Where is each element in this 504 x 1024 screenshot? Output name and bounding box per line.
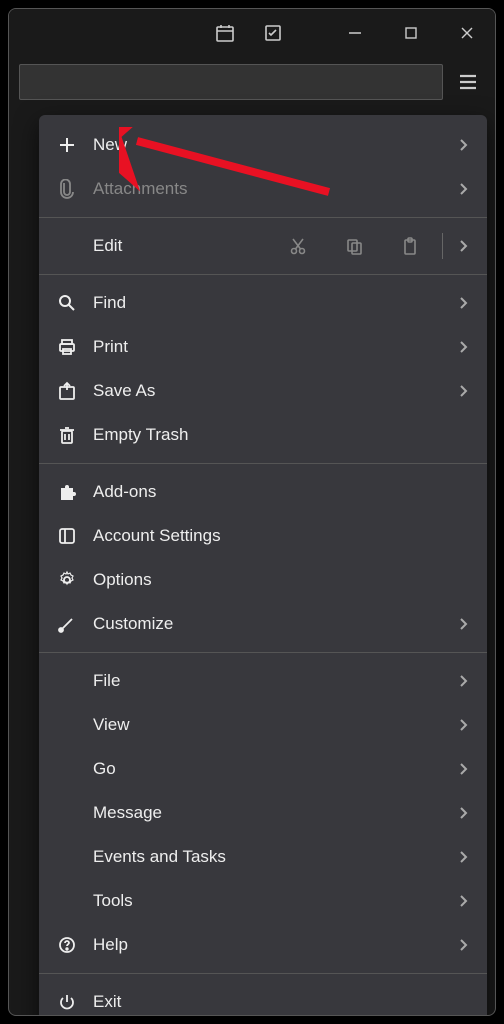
titlebar	[9, 9, 495, 57]
chevron-right-icon	[455, 182, 471, 196]
menu-label: Find	[93, 293, 455, 313]
menu-item-addons[interactable]: Add-ons	[39, 470, 487, 514]
menu-item-message[interactable]: Message	[39, 791, 487, 835]
save-icon	[53, 379, 81, 403]
cut-button[interactable]	[270, 228, 326, 264]
menu-label: Message	[93, 803, 455, 823]
menu-item-exit[interactable]: Exit	[39, 980, 487, 1016]
menu-item-attachments[interactable]: Attachments	[39, 167, 487, 211]
tasks-icon[interactable]	[249, 9, 297, 57]
separator	[39, 652, 487, 653]
menu-item-file[interactable]: File	[39, 659, 487, 703]
paintbrush-icon	[53, 612, 81, 636]
menu-item-tools[interactable]: Tools	[39, 879, 487, 923]
menu-label: Exit	[93, 992, 471, 1012]
close-button[interactable]	[439, 9, 495, 57]
separator	[39, 463, 487, 464]
menu-label: Tools	[93, 891, 455, 911]
menu-label: Options	[93, 570, 471, 590]
gear-icon	[53, 568, 81, 592]
separator	[39, 217, 487, 218]
chevron-right-icon	[455, 384, 471, 398]
app-menu: New Attachments Edit	[39, 115, 487, 1016]
power-icon	[53, 990, 81, 1014]
menu-label: View	[93, 715, 455, 735]
chevron-right-icon	[455, 340, 471, 354]
menu-item-edit: Edit	[39, 224, 487, 268]
menu-item-help[interactable]: Help	[39, 923, 487, 967]
maximize-button[interactable]	[383, 9, 439, 57]
menu-item-go[interactable]: Go	[39, 747, 487, 791]
menu-label: Help	[93, 935, 455, 955]
menu-item-save-as[interactable]: Save As	[39, 369, 487, 413]
hamburger-menu-button[interactable]	[451, 65, 485, 99]
menu-label: Empty Trash	[93, 425, 471, 445]
chevron-right-icon	[455, 938, 471, 952]
chevron-right-icon	[455, 806, 471, 820]
toolbar	[9, 57, 495, 107]
separator	[39, 973, 487, 974]
menu-label: File	[93, 671, 455, 691]
menu-item-new[interactable]: New	[39, 123, 487, 167]
menu-item-empty-trash[interactable]: Empty Trash	[39, 413, 487, 457]
separator	[442, 233, 443, 259]
menu-item-find[interactable]: Find	[39, 281, 487, 325]
help-icon	[53, 933, 81, 957]
menu-item-view[interactable]: View	[39, 703, 487, 747]
search-input[interactable]	[19, 64, 443, 100]
menu-label: Go	[93, 759, 455, 779]
menu-item-customize[interactable]: Customize	[39, 602, 487, 646]
menu-label: Account Settings	[93, 526, 471, 546]
chevron-right-icon	[455, 894, 471, 908]
chevron-right-icon	[455, 718, 471, 732]
window-frame: New Attachments Edit	[8, 8, 496, 1016]
separator	[39, 274, 487, 275]
print-icon	[53, 335, 81, 359]
copy-button[interactable]	[326, 228, 382, 264]
paperclip-icon	[53, 177, 81, 201]
calendar-icon[interactable]	[201, 9, 249, 57]
chevron-right-icon	[455, 617, 471, 631]
book-icon	[53, 524, 81, 548]
menu-label: Customize	[93, 614, 455, 634]
menu-item-events-tasks[interactable]: Events and Tasks	[39, 835, 487, 879]
menu-item-print[interactable]: Print	[39, 325, 487, 369]
paste-button[interactable]	[382, 228, 438, 264]
plus-icon	[53, 133, 81, 157]
search-icon	[53, 291, 81, 315]
puzzle-icon	[53, 480, 81, 504]
chevron-right-icon	[455, 762, 471, 776]
menu-label: Attachments	[93, 179, 455, 199]
menu-label: New	[93, 135, 455, 155]
chevron-right-icon[interactable]	[455, 239, 471, 253]
menu-label: Edit	[93, 236, 270, 256]
menu-label: Print	[93, 337, 455, 357]
menu-label: Add-ons	[93, 482, 471, 502]
chevron-right-icon	[455, 674, 471, 688]
minimize-button[interactable]	[327, 9, 383, 57]
menu-label: Save As	[93, 381, 455, 401]
chevron-right-icon	[455, 296, 471, 310]
chevron-right-icon	[455, 850, 471, 864]
chevron-right-icon	[455, 138, 471, 152]
menu-item-options[interactable]: Options	[39, 558, 487, 602]
menu-label: Events and Tasks	[93, 847, 455, 867]
trash-icon	[53, 423, 81, 447]
menu-item-account-settings[interactable]: Account Settings	[39, 514, 487, 558]
